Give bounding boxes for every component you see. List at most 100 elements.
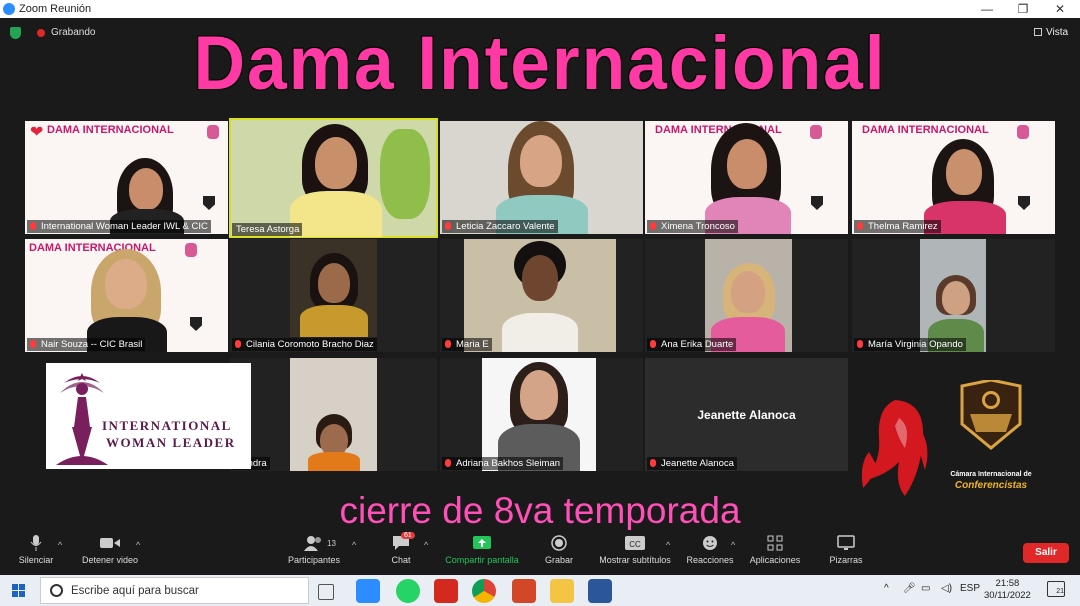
windows-start-icon[interactable]: [12, 584, 26, 598]
video-tile-ximena[interactable]: DAMA INTERNACIONAL Ximena Troncoso: [645, 121, 848, 234]
dama-logo-icon: [207, 125, 219, 139]
file-explorer-icon[interactable]: [550, 579, 574, 603]
video-tile-maria-virginia[interactable]: María Virginia Opando: [852, 239, 1055, 352]
video-tile-ana-erika[interactable]: Ana Erika Duarte: [645, 239, 848, 352]
meeting-header: Grabando Vista Dama Internacional: [0, 18, 1080, 114]
participant-name: Nair Souza -- CIC Brasil: [27, 338, 146, 351]
notifications-icon[interactable]: 21: [1047, 581, 1065, 597]
participant-face: [520, 135, 562, 187]
captions-options-caret[interactable]: ^: [666, 540, 670, 550]
video-tile-cilania[interactable]: Cilania Coromoto Bracho Diaz: [230, 239, 437, 352]
iwl-logo: INTERNATIONAL WOMAN LEADER: [46, 363, 251, 469]
mute-options-caret[interactable]: ^: [58, 540, 62, 550]
cic-shield-icon: [960, 380, 1022, 450]
leave-meeting-button[interactable]: Salir: [1023, 543, 1069, 563]
participants-options-caret[interactable]: ^: [352, 540, 356, 550]
chat-options-caret[interactable]: ^: [424, 540, 428, 550]
svg-text:CC: CC: [629, 540, 641, 549]
restore-button[interactable]: ❐: [1008, 1, 1038, 17]
participant-face: [129, 168, 163, 210]
muted-mic-icon: [650, 459, 656, 467]
apps-button[interactable]: Aplicaciones: [746, 535, 804, 565]
whatsapp-icon[interactable]: [396, 579, 420, 603]
window-title: Zoom Reunión: [19, 3, 92, 15]
banner-title: Dama Internacional: [193, 21, 887, 106]
muted-mic-icon: [445, 459, 451, 467]
participant-body: [290, 191, 382, 237]
participant-face: [727, 139, 767, 189]
participants-count: 13: [327, 539, 336, 548]
participant-face: [520, 370, 558, 420]
participants-icon: [304, 536, 321, 551]
video-tile-nair[interactable]: DAMA INTERNACIONAL Nair Souza -- CIC Bra…: [25, 239, 228, 352]
reactions-button[interactable]: Reacciones: [685, 535, 735, 565]
tray-overflow-caret-icon[interactable]: ^: [884, 583, 889, 594]
tray-volume-icon[interactable]: ◁): [941, 583, 952, 594]
taskbar-clock[interactable]: 21:58 30/11/2022: [984, 578, 1031, 602]
dama-logo-icon: [1017, 125, 1029, 139]
video-tile-thelma[interactable]: DAMA INTERNACIONAL Thelma Ramirez: [852, 121, 1055, 234]
muted-mic-icon: [857, 222, 863, 230]
minimize-button[interactable]: —: [972, 1, 1002, 17]
participant-name: Ximena Troncoso: [647, 220, 738, 233]
view-label: Vista: [1046, 27, 1069, 38]
stop-video-button[interactable]: Detener video: [78, 535, 142, 565]
chrome-icon[interactable]: [472, 579, 496, 603]
participant-name: Teresa Astorga: [232, 223, 303, 236]
muted-mic-icon: [650, 340, 656, 348]
close-button[interactable]: ✕: [1045, 1, 1075, 17]
video-tile-jeanette[interactable]: Jeanette Alanoca Jeanette Alanoca: [645, 358, 848, 471]
muted-mic-icon: [445, 340, 451, 348]
record-button[interactable]: Grabar: [542, 535, 576, 565]
video-tile-teresa[interactable]: Teresa Astorga: [229, 118, 438, 238]
tray-microphone-icon[interactable]: 🎤︎: [903, 583, 916, 594]
whiteboards-button[interactable]: Pizarras: [826, 535, 866, 565]
video-tile-leticia[interactable]: Leticia Zaccaro Valente: [440, 121, 643, 234]
tray-battery-icon[interactable]: ▭: [921, 583, 930, 594]
cic-logo-text: Cámara Internacional de Conferencistas: [941, 469, 1041, 491]
video-tile-adriana[interactable]: Adriana Bakhos Sleiman: [440, 358, 643, 471]
participant-name: International Woman Leader IWL & CIC: [27, 220, 211, 233]
show-captions-button[interactable]: CC Mostrar subtítulos: [596, 535, 674, 565]
taskbar-search-box[interactable]: Escribe aquí para buscar: [40, 577, 309, 604]
dama-logo-icon: [185, 243, 197, 257]
pdf-reader-icon[interactable]: [434, 579, 458, 603]
language-indicator[interactable]: ESP: [960, 583, 980, 594]
search-placeholder: Escribe aquí para buscar: [71, 585, 199, 597]
video-tile-maria-e[interactable]: Maria E: [440, 239, 643, 352]
zoom-app-icon: [3, 3, 15, 15]
heart-icon: ❤: [30, 124, 44, 141]
microphone-icon: [30, 535, 42, 551]
participant-name: Leticia Zaccaro Valente: [442, 220, 558, 233]
word-icon[interactable]: [588, 579, 612, 603]
video-tile-sandra[interactable]: Sandra: [230, 358, 437, 471]
share-screen-button[interactable]: Compartir pantalla: [442, 535, 522, 565]
participant-face: [942, 281, 970, 315]
cic-line1: Cámara Internacional de: [950, 471, 1032, 478]
security-shield-icon[interactable]: [10, 27, 21, 39]
closed-captions-icon: CC: [625, 536, 645, 550]
participant-name: María Virginia Opando: [854, 338, 966, 351]
apps-icon: [767, 535, 783, 551]
muted-mic-icon: [445, 222, 451, 230]
task-view-icon[interactable]: [318, 584, 334, 600]
window-title-bar: Zoom Reunión — ❐ ✕: [0, 0, 1080, 18]
participant-face: [315, 137, 357, 189]
iwl-line2: WOMAN LEADER: [106, 435, 236, 450]
video-tile-iwl[interactable]: ❤ DAMA INTERNACIONAL International Woman…: [25, 121, 228, 234]
chat-button[interactable]: 61 Chat: [386, 532, 416, 565]
mute-button[interactable]: Silenciar: [16, 535, 56, 565]
iwl-figure-icon: [56, 373, 108, 465]
zoom-taskbar-icon[interactable]: [356, 579, 380, 603]
dama-slide-heading: DAMA INTERNACIONAL: [47, 124, 174, 136]
participant-body: [308, 452, 360, 471]
video-camera-icon: [100, 538, 120, 548]
clock-date: 30/11/2022: [984, 590, 1031, 601]
video-options-caret[interactable]: ^: [136, 540, 140, 550]
chat-unread-badge: 61: [401, 532, 415, 539]
participant-display-name: Jeanette Alanoca: [697, 408, 796, 422]
reactions-options-caret[interactable]: ^: [731, 540, 735, 550]
subtitle-text: cierre de 8va temporada: [339, 490, 741, 531]
record-icon: [551, 535, 567, 551]
powerpoint-icon[interactable]: [512, 579, 536, 603]
